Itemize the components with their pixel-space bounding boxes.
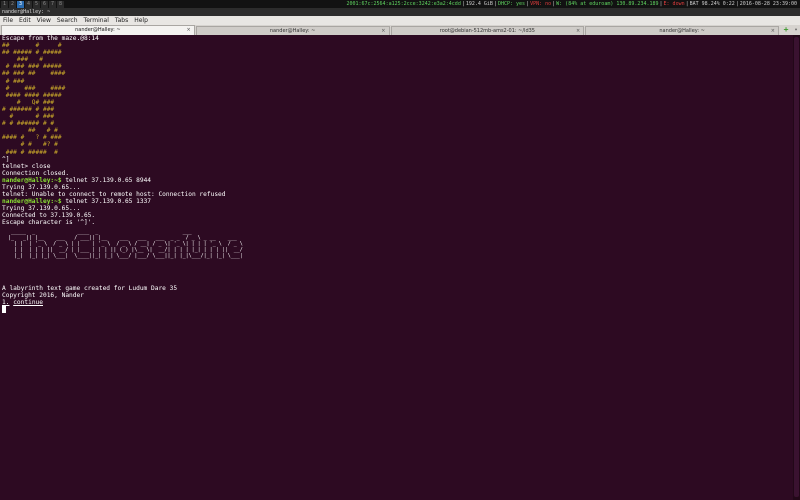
window-title: nander@Halley: ~ bbox=[0, 8, 800, 16]
option-label: continue bbox=[13, 298, 43, 306]
text-cursor bbox=[2, 305, 6, 313]
maze-line: # ### #### bbox=[2, 84, 66, 92]
terminal-line: Trying 37.139.0.65... bbox=[2, 183, 81, 191]
command-line: nander@Halley:~$ telnet 37.139.0.65 1337 bbox=[2, 198, 793, 205]
maze-header: Escape from the maze.@8:14 bbox=[2, 35, 99, 42]
menu-tabs[interactable]: Tabs bbox=[112, 16, 131, 25]
maze-line: # ###### # ### bbox=[2, 105, 55, 113]
maze-line: ### # bbox=[2, 56, 43, 64]
tab-3[interactable]: root@debian-512mb-ams2-01: ~/ld35 × bbox=[390, 26, 585, 35]
terminal-scrollbar[interactable] bbox=[793, 35, 800, 500]
tab-bar: nander@Halley: ~ × nander@Halley: ~ × ro… bbox=[0, 25, 800, 35]
new-tab-icon[interactable]: + bbox=[782, 26, 790, 34]
command-text: telnet 37.139.0.65 8944 bbox=[61, 176, 152, 184]
menu-file[interactable]: File bbox=[0, 16, 16, 25]
tab-label: nander@Halley: ~ bbox=[659, 28, 705, 34]
maze-line: ## ##### # ##### bbox=[2, 49, 62, 57]
disk-status: 192.4 GiB bbox=[465, 1, 493, 7]
workspace-4[interactable]: 4 bbox=[25, 0, 32, 8]
wifi-status: W: (84% at eduroam) 130.89.234.189 bbox=[556, 1, 659, 7]
workspace-3[interactable]: 3 bbox=[17, 0, 24, 8]
menu-terminal[interactable]: Terminal bbox=[81, 16, 112, 25]
status-info: 2001:67c:2564:a125:2cce:3242:e3a2:4cdd | … bbox=[346, 1, 797, 7]
menu-help[interactable]: Help bbox=[131, 16, 151, 25]
close-icon[interactable]: × bbox=[381, 27, 385, 35]
maze-line: #### #### ##### bbox=[2, 91, 62, 99]
tab-4[interactable]: nander@Halley: ~ × bbox=[585, 26, 779, 35]
tab-label: nander@Halley: ~ bbox=[75, 27, 121, 33]
scroll-thumb[interactable] bbox=[794, 37, 799, 497]
terminal-output[interactable]: Escape from the maze.@8:14 ## # # ## ###… bbox=[0, 35, 793, 500]
terminal-line: Connected to 37.139.0.65. bbox=[2, 212, 96, 220]
menu-view[interactable]: View bbox=[34, 16, 54, 25]
game-description: A labyrinth text game created for Ludum … bbox=[2, 284, 178, 292]
shell-prompt: nander@Halley:~$ bbox=[2, 198, 62, 206]
terminal-line: Escape character is '^]'. bbox=[2, 219, 96, 227]
dhcp-status: DHCP: yes bbox=[497, 1, 526, 7]
terminal-line: Trying 37.139.0.65... bbox=[2, 205, 81, 213]
close-icon[interactable]: × bbox=[771, 27, 775, 35]
maze-line: #### # ? # ### bbox=[2, 134, 62, 142]
tab-label: root@debian-512mb-ams2-01: ~/ld35 bbox=[439, 28, 535, 34]
terminal-line: telnet: Unable to connect to remote host… bbox=[2, 191, 226, 199]
terminal-line: telnet> close bbox=[2, 162, 51, 170]
workspace-5[interactable]: 5 bbox=[33, 0, 40, 8]
cursor-line bbox=[2, 305, 793, 313]
workspace-1[interactable]: 1 bbox=[1, 0, 8, 8]
tab-label: nander@Halley: ~ bbox=[269, 28, 316, 34]
menu-bar: File Edit View Search Terminal Tabs Help bbox=[0, 16, 800, 25]
close-icon[interactable]: × bbox=[576, 27, 580, 35]
maze-line: # # #? # bbox=[2, 141, 58, 149]
shell-prompt: nander@Halley:~$ bbox=[2, 176, 62, 184]
vpn-status: VPN: no bbox=[530, 1, 552, 7]
maze-line: ## ### ## #### bbox=[2, 70, 66, 78]
close-icon[interactable]: × bbox=[187, 26, 191, 34]
status-bar: 1 2 3 4 5 6 7 8 2001:67c:2564:a125:2cce:… bbox=[0, 0, 800, 8]
clock: 2016-08-28 23:39:00 bbox=[739, 1, 797, 7]
maze-line: # Q# ### bbox=[2, 98, 55, 106]
workspace-8[interactable]: 8 bbox=[57, 0, 64, 8]
option-number: 1. bbox=[2, 298, 10, 306]
maze-line: ## # # bbox=[2, 42, 62, 50]
ethernet-status: E: down bbox=[663, 1, 685, 7]
tab-2[interactable]: nander@Halley: ~ × bbox=[195, 26, 390, 35]
maze-line: # ### ### ##### bbox=[2, 63, 62, 71]
terminal-line: Connection closed. bbox=[2, 169, 70, 177]
maze-line: ## # # bbox=[2, 127, 58, 135]
workspace-7[interactable]: 7 bbox=[49, 0, 56, 8]
command-text: telnet 37.139.0.65 1337 bbox=[61, 198, 152, 206]
escape-char-line: ^] bbox=[2, 155, 10, 163]
battery-status: BAT 98.24% 0:22 bbox=[689, 1, 735, 7]
maze-line: # # ###### # # bbox=[2, 120, 55, 128]
tab-1[interactable]: nander@Halley: ~ × bbox=[1, 25, 195, 35]
copyright: Copyright 2016, Nander bbox=[2, 291, 84, 299]
workspace-6[interactable]: 6 bbox=[41, 0, 48, 8]
banner-line: |_| |_| |_| \___| \____||_| |_| \___/ |_… bbox=[8, 252, 243, 259]
ipv6-status: 2001:67c:2564:a125:2cce:3242:e3a2:4cdd bbox=[346, 1, 461, 7]
command-line: nander@Halley:~$ telnet 37.139.0.65 8944 bbox=[2, 177, 793, 184]
menu-edit[interactable]: Edit bbox=[16, 16, 34, 25]
maze-line: # ### bbox=[2, 77, 25, 85]
workspace-2[interactable]: 2 bbox=[9, 0, 16, 8]
game-title-banner: _____ _ ____ _ ___ |_ _|| |__ ___ / ___||… bbox=[2, 229, 793, 279]
maze-line: # # ### bbox=[2, 113, 55, 121]
chevron-down-icon[interactable]: ▾ bbox=[792, 26, 800, 34]
menu-search[interactable]: Search bbox=[54, 16, 81, 25]
menu-option-continue[interactable]: 1. continue bbox=[2, 299, 793, 306]
maze-line: ### # ##### # bbox=[2, 148, 58, 156]
